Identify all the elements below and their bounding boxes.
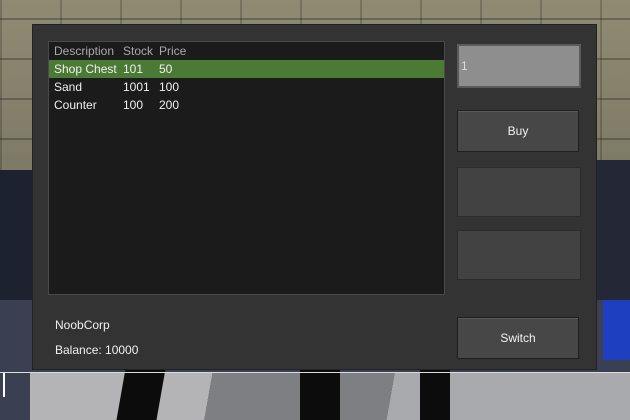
item-description: Shop Chest: [54, 62, 117, 76]
item-price: 200: [159, 98, 180, 112]
shop-item-list[interactable]: Description Stock Price Shop Chest 101 5…: [48, 41, 445, 295]
item-price: 100: [159, 80, 180, 94]
list-item[interactable]: Sand 1001 100: [49, 78, 444, 96]
item-description: Counter: [54, 98, 97, 112]
column-header-description: Description: [54, 44, 115, 58]
buy-button[interactable]: Buy: [457, 110, 579, 152]
dark-wall-right: [595, 160, 630, 310]
item-stock: 100: [123, 98, 144, 112]
chat-line: [0, 372, 630, 373]
quantity-input[interactable]: [457, 44, 581, 88]
column-header-stock: Stock: [123, 44, 154, 58]
item-stock: 1001: [123, 80, 150, 94]
list-header: Description Stock Price: [49, 42, 444, 60]
list-item[interactable]: Counter 100 200: [49, 96, 444, 114]
list-item[interactable]: Shop Chest 101 50: [49, 60, 444, 78]
balance-label: Balance: 10000: [55, 343, 139, 357]
switch-button[interactable]: Switch: [457, 317, 579, 359]
company-name: NoobCorp: [55, 318, 110, 332]
empty-slot: [457, 167, 581, 217]
column-header-price: Price: [159, 44, 187, 58]
chat-caret: [3, 373, 5, 397]
item-description: Sand: [54, 80, 83, 94]
item-price: 50: [159, 62, 173, 76]
shop-panel: Description Stock Price Shop Chest 101 5…: [32, 24, 597, 370]
dark-beam: [300, 370, 340, 420]
blue-block: [603, 300, 630, 360]
empty-slot: [457, 230, 581, 280]
dark-beam: [420, 370, 450, 420]
item-stock: 101: [123, 62, 144, 76]
